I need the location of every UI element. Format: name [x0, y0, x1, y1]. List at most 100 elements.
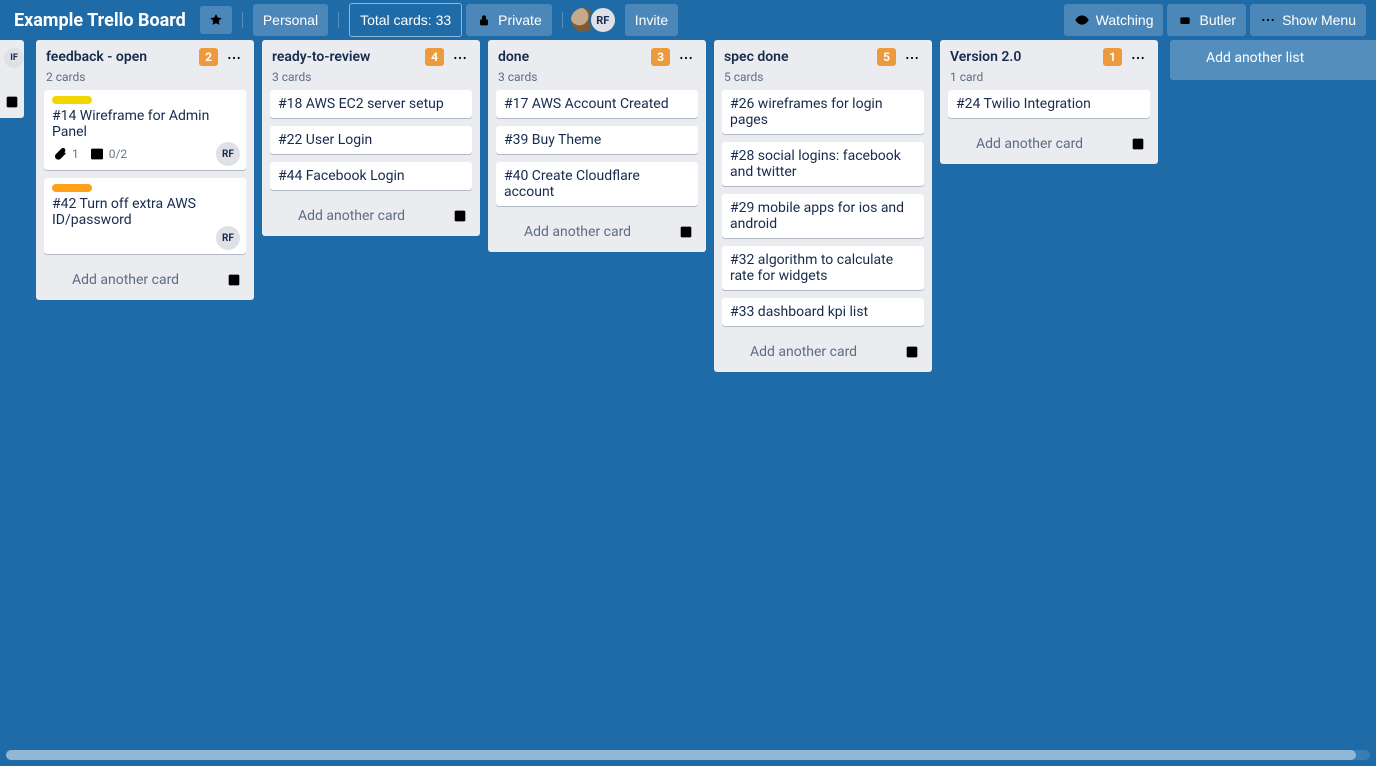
list-menu-button[interactable] — [1128, 48, 1148, 68]
horizontal-scrollbar[interactable] — [6, 750, 1370, 760]
list-header: ready-to-review4 — [270, 48, 472, 70]
attachment-count: 1 — [72, 147, 79, 161]
add-card-label: Add another card — [298, 208, 405, 224]
card[interactable]: #32 algorithm to calculate rate for widg… — [722, 246, 924, 290]
attachment-badge: 1 — [52, 146, 79, 162]
add-card-button[interactable]: Add another card — [272, 204, 450, 228]
add-card-button[interactable]: Add another card — [46, 268, 224, 292]
avatar[interactable]: RF — [589, 6, 617, 34]
list[interactable]: done 3 3 cards #17 AWS Account Created #39 B… — [488, 40, 706, 252]
board-canvas[interactable]: IF feedback - open22 cards#14 Wireframe … — [0, 40, 1376, 766]
create-from-template-button[interactable] — [1128, 134, 1148, 154]
card[interactable]: #18 AWS EC2 server setup — [270, 90, 472, 118]
card-labels — [52, 184, 238, 192]
list-footer: Add another card — [270, 198, 472, 230]
list-title[interactable]: feedback - open — [46, 48, 193, 66]
list-menu-button[interactable] — [450, 48, 470, 68]
list-menu-button[interactable] — [902, 48, 922, 68]
card-member-avatar[interactable]: RF — [216, 142, 240, 166]
list-header: Version 2.0 1 — [948, 48, 1150, 70]
add-card-button[interactable]: Add another card — [724, 340, 902, 364]
list-title[interactable]: done — [498, 48, 645, 66]
team-button[interactable]: Personal — [253, 4, 328, 36]
show-menu-button[interactable]: Show Menu — [1250, 4, 1366, 36]
add-card-button[interactable]: Add another card — [950, 132, 1128, 156]
card-title: #17 AWS Account Created — [504, 96, 690, 112]
offscreen-list-peek[interactable]: IF — [0, 40, 24, 118]
watching-button[interactable]: Watching — [1064, 4, 1164, 36]
eye-icon — [1074, 12, 1090, 28]
divider — [338, 12, 339, 28]
card-title: #33 dashboard kpi list — [730, 304, 916, 320]
label-pill[interactable] — [52, 96, 92, 104]
list-menu-button[interactable] — [676, 48, 696, 68]
template-icon — [678, 224, 694, 240]
list-subtitle: 2 cards — [44, 70, 246, 90]
member-avatars[interactable]: RF — [577, 6, 617, 34]
card[interactable]: #42 Turn off extra AWS ID/passwordRF — [44, 178, 246, 254]
invite-label: Invite — [635, 10, 668, 30]
avatar[interactable]: IF — [4, 48, 24, 68]
add-list-button[interactable]: Add another list — [1170, 40, 1376, 80]
plus-icon — [276, 208, 292, 224]
watching-label: Watching — [1096, 10, 1154, 30]
card[interactable]: #44 Facebook Login — [270, 162, 472, 190]
card-member-avatar[interactable]: RF — [216, 226, 240, 250]
list-title[interactable]: Version 2.0 — [950, 48, 1097, 66]
list[interactable]: Version 2.0 1 1 card#24 Twilio Integration… — [940, 40, 1158, 164]
card[interactable]: #14 Wireframe for Admin Panel10/2RF — [44, 90, 246, 170]
count-badge: 1 — [1103, 48, 1122, 66]
list[interactable]: ready-to-review43 cards#18 AWS EC2 serve… — [262, 40, 480, 236]
list[interactable]: spec done55 cards#26 wireframes for logi… — [714, 40, 932, 372]
card-title: #40 Create Cloudflare account — [504, 168, 690, 200]
list-subtitle: 3 cards — [496, 70, 698, 90]
list[interactable]: feedback - open22 cards#14 Wireframe for… — [36, 40, 254, 300]
card-title: #44 Facebook Login — [278, 168, 464, 184]
card-badges: 10/2 — [52, 144, 238, 164]
count-badge: 5 — [877, 48, 896, 66]
plus-icon — [50, 272, 66, 288]
template-icon — [4, 94, 20, 110]
create-from-template-button[interactable] — [902, 342, 922, 362]
board-header: Example Trello Board Personal Total card… — [0, 0, 1376, 40]
card[interactable]: #22 User Login — [270, 126, 472, 154]
template-button[interactable] — [4, 94, 20, 110]
label-pill[interactable] — [52, 184, 92, 192]
card-title: #18 AWS EC2 server setup — [278, 96, 464, 112]
card[interactable]: #33 dashboard kpi list — [722, 298, 924, 326]
checklist-icon — [89, 146, 105, 162]
create-from-template-button[interactable] — [224, 270, 244, 290]
board-title[interactable]: Example Trello Board — [10, 6, 196, 35]
list-menu-button[interactable] — [224, 48, 244, 68]
card-title: #22 User Login — [278, 132, 464, 148]
butler-label: Butler — [1199, 10, 1236, 30]
plus-icon — [954, 136, 970, 152]
count-badge: 3 — [651, 48, 670, 66]
card[interactable]: #28 social logins: facebook and twitter — [722, 142, 924, 186]
card[interactable]: #26 wireframes for login pages — [722, 90, 924, 134]
list-header: done 3 — [496, 48, 698, 70]
card[interactable]: #40 Create Cloudflare account — [496, 162, 698, 206]
butler-button[interactable]: Butler — [1167, 4, 1246, 36]
create-from-template-button[interactable] — [450, 206, 470, 226]
list-title[interactable]: spec done — [724, 48, 871, 66]
create-from-template-button[interactable] — [676, 222, 696, 242]
total-cards-button[interactable]: Total cards: 33 — [349, 3, 462, 37]
card[interactable]: #17 AWS Account Created — [496, 90, 698, 118]
card-labels — [52, 96, 238, 104]
add-card-button[interactable]: Add another card — [498, 220, 676, 244]
team-label: Personal — [263, 10, 318, 30]
divider — [242, 12, 243, 28]
card-title: #39 Buy Theme — [504, 132, 690, 148]
visibility-button[interactable]: Private — [466, 4, 552, 36]
list-subtitle: 1 card — [948, 70, 1150, 90]
star-button[interactable] — [200, 6, 232, 34]
list-title[interactable]: ready-to-review — [272, 48, 419, 66]
butler-icon — [1177, 12, 1193, 28]
card[interactable]: #39 Buy Theme — [496, 126, 698, 154]
invite-button[interactable]: Invite — [625, 4, 678, 36]
card[interactable]: #29 mobile apps for ios and android — [722, 194, 924, 238]
card[interactable]: #24 Twilio Integration — [948, 90, 1150, 118]
scrollbar-thumb[interactable] — [6, 750, 1356, 760]
card-title: #26 wireframes for login pages — [730, 96, 916, 128]
